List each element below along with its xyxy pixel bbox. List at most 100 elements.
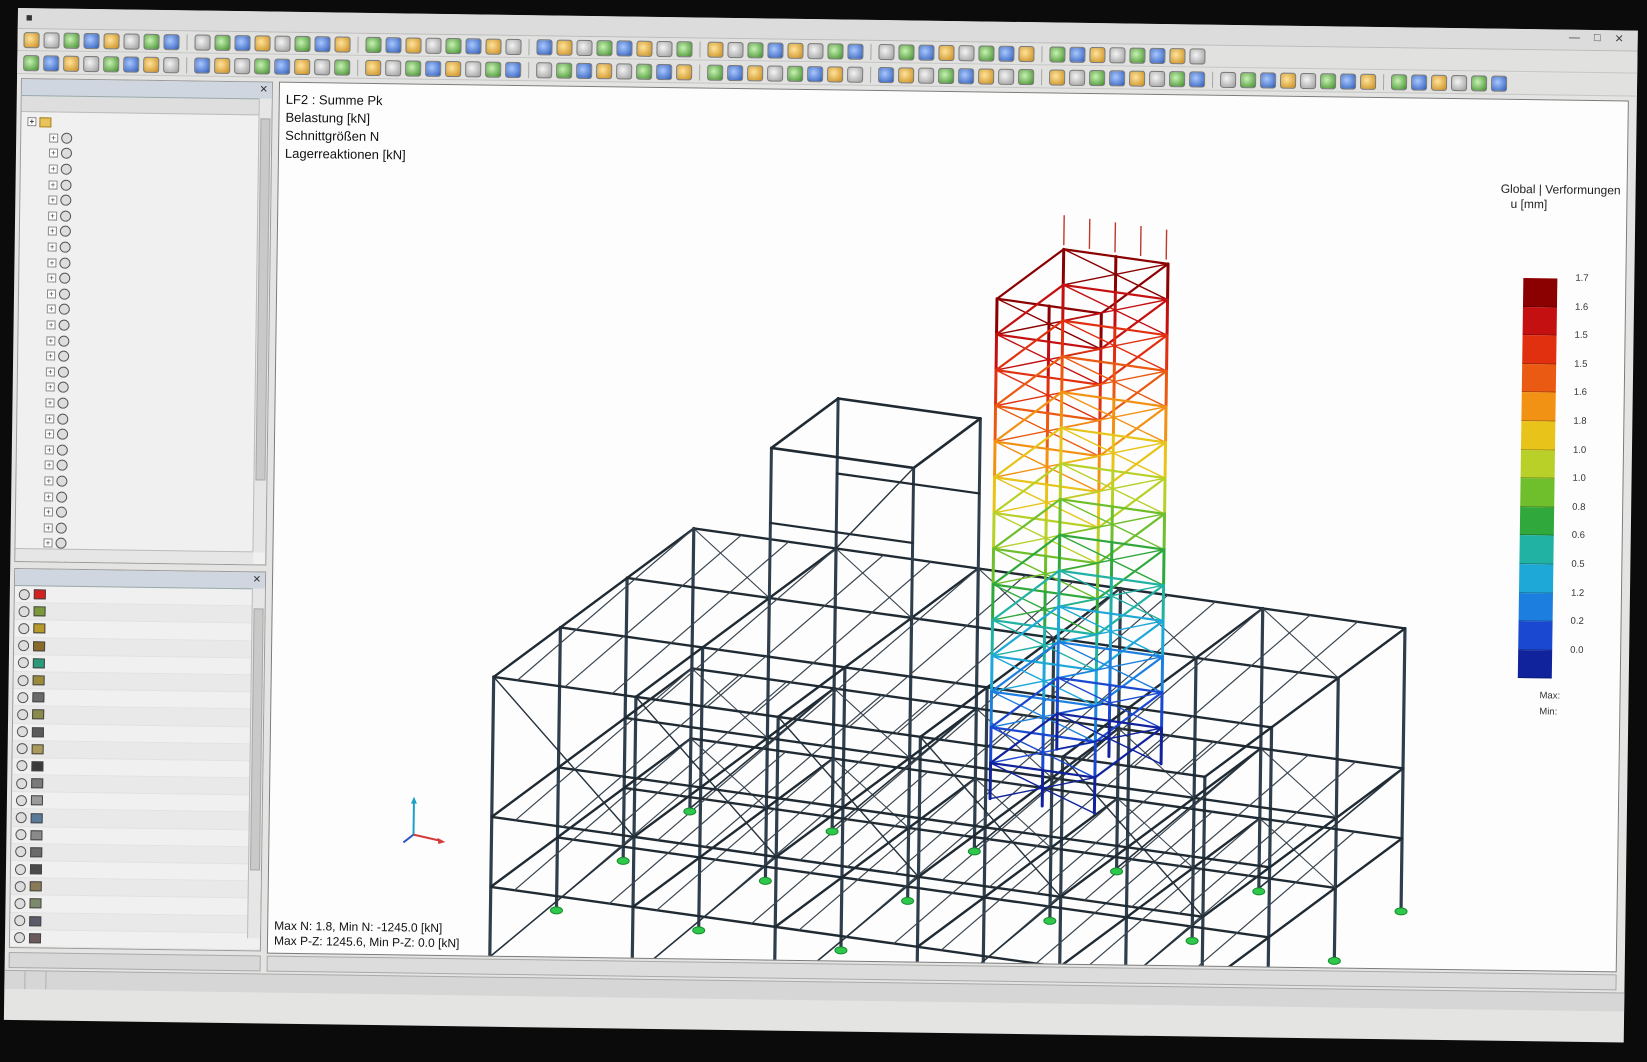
expand-icon[interactable]: +: [46, 320, 56, 330]
toolbar-button-icon[interactable]: [123, 55, 140, 73]
toolbar-button-icon[interactable]: [1430, 74, 1448, 91]
toolbar-button-icon[interactable]: [294, 58, 311, 75]
expand-icon[interactable]: +: [45, 398, 55, 408]
toolbar-button-icon[interactable]: [898, 66, 915, 84]
toolbar-button-icon[interactable]: [1089, 46, 1106, 63]
toolbar-button-icon[interactable]: [485, 61, 502, 78]
toolbar-button-icon[interactable]: [214, 57, 231, 74]
toolbar-button-icon[interactable]: [1410, 73, 1428, 91]
toolbar-button-icon[interactable]: [1189, 70, 1206, 88]
expand-icon[interactable]: +: [48, 180, 58, 190]
toolbar-button-icon[interactable]: [445, 60, 462, 77]
toolbar-button-icon[interactable]: [978, 67, 995, 85]
expand-icon[interactable]: +: [48, 164, 58, 174]
toolbar-button-icon[interactable]: [194, 33, 211, 51]
expand-icon[interactable]: +: [46, 289, 57, 299]
expand-icon[interactable]: +: [44, 429, 55, 439]
toolbar-button-icon[interactable]: [23, 54, 40, 71]
toolbar-button-icon[interactable]: [43, 54, 60, 72]
toolbar-button-icon[interactable]: [1189, 47, 1206, 65]
toolbar-button-icon[interactable]: [807, 42, 824, 59]
expand-icon[interactable]: +: [46, 336, 56, 346]
maximize-icon[interactable]: □: [1594, 32, 1601, 45]
toolbar-button-icon[interactable]: [827, 65, 844, 83]
toolbar-button-icon[interactable]: [847, 66, 864, 83]
toolbar-button-icon[interactable]: [1339, 72, 1357, 90]
expand-icon[interactable]: +: [47, 242, 57, 252]
expand-icon[interactable]: +: [44, 491, 54, 502]
expand-icon[interactable]: +: [47, 226, 57, 237]
navigator-tabs[interactable]: [8, 951, 261, 972]
toolbar-button-icon[interactable]: [1049, 45, 1066, 63]
toolbar-button-icon[interactable]: [1260, 71, 1277, 89]
toolbar-button-icon[interactable]: [1390, 73, 1408, 90]
expand-icon[interactable]: +: [45, 413, 55, 424]
toolbar-button-icon[interactable]: [656, 63, 673, 80]
toolbar-button-icon[interactable]: [656, 40, 673, 57]
toolbar-button-icon[interactable]: [1220, 71, 1237, 88]
toolbar-button-icon[interactable]: [314, 58, 331, 75]
toolbar-button-icon[interactable]: [334, 58, 351, 76]
close-icon[interactable]: ✕: [253, 572, 262, 588]
toolbar-button-icon[interactable]: [274, 58, 291, 75]
toolbar-button-icon[interactable]: [767, 41, 784, 59]
expand-icon[interactable]: +: [43, 538, 53, 548]
expand-icon[interactable]: +: [47, 273, 57, 283]
toolbar-button-icon[interactable]: [596, 39, 613, 56]
toolbar-button-icon[interactable]: [83, 55, 100, 72]
toolbar-button-icon[interactable]: [1149, 70, 1166, 87]
toolbar-button-icon[interactable]: [636, 63, 653, 80]
expand-icon[interactable]: +: [47, 258, 57, 268]
toolbar-button-icon[interactable]: [254, 57, 271, 75]
toolbar-button-icon[interactable]: [385, 36, 402, 53]
toolbar-button-icon[interactable]: [576, 62, 593, 79]
toolbar-button-icon[interactable]: [163, 33, 180, 50]
toolbar-button-icon[interactable]: [465, 37, 482, 54]
toolbar-button-icon[interactable]: [878, 43, 895, 60]
toolbar-button-icon[interactable]: [314, 35, 331, 52]
toolbar-button-icon[interactable]: [123, 32, 140, 50]
toolbar-button-icon[interactable]: [254, 34, 271, 52]
scrollbar-thumb[interactable]: [255, 118, 271, 481]
toolbar-button-icon[interactable]: [1280, 72, 1297, 89]
toolbar-button-icon[interactable]: [1109, 69, 1126, 86]
toolbar-button-icon[interactable]: [676, 40, 693, 57]
toolbar-button-icon[interactable]: [234, 57, 251, 74]
toolbar-button-icon[interactable]: [1359, 73, 1377, 90]
toolbar-button-icon[interactable]: [1049, 68, 1066, 86]
toolbar-button-icon[interactable]: [536, 38, 553, 55]
toolbar-button-icon[interactable]: [23, 31, 40, 48]
expand-icon[interactable]: +: [46, 351, 56, 361]
color-legend[interactable]: 1.7 1.6 1.5 1.5 1.6 1.8 1.0 1.0 0.8 0.6 0.5 1.2 0.2 0…: [1517, 273, 1589, 679]
toolbar-button-icon[interactable]: [485, 38, 502, 55]
toolbar-button-icon[interactable]: [143, 33, 160, 50]
toolbar-button-icon[interactable]: [1089, 69, 1106, 86]
toolbar-button-icon[interactable]: [1018, 45, 1035, 62]
toolbar-button-icon[interactable]: [214, 34, 231, 51]
toolbar-button-icon[interactable]: [958, 44, 975, 61]
toolbar-button-icon[interactable]: [556, 39, 573, 56]
expand-icon[interactable]: +: [45, 367, 55, 377]
toolbar-button-icon[interactable]: [425, 60, 442, 77]
toolbar-button-icon[interactable]: [505, 38, 522, 55]
toolbar-button-icon[interactable]: [616, 62, 633, 80]
expand-icon[interactable]: +: [44, 445, 54, 455]
toolbar-button-icon[interactable]: [143, 56, 160, 73]
expand-icon[interactable]: +: [48, 195, 58, 205]
toolbar-button-icon[interactable]: [63, 55, 80, 72]
toolbar-button-icon[interactable]: [787, 65, 804, 82]
structure-model[interactable]: [268, 83, 1629, 973]
toolbar-button-icon[interactable]: [465, 60, 482, 77]
toolbar-button-icon[interactable]: [1320, 72, 1337, 89]
toolbar-button-icon[interactable]: [103, 32, 120, 49]
toolbar-button-icon[interactable]: [294, 35, 311, 52]
toolbar-button-icon[interactable]: [807, 65, 824, 82]
toolbar-button-icon[interactable]: [1018, 68, 1035, 85]
toolbar-button-icon[interactable]: [556, 62, 573, 79]
expand-icon[interactable]: +: [44, 476, 54, 486]
toolbar-button-icon[interactable]: [83, 32, 100, 49]
section-row[interactable]: [9, 929, 261, 951]
toolbar-button-icon[interactable]: [938, 44, 955, 61]
toolbar-button-icon[interactable]: [1490, 75, 1508, 92]
toolbar-button-icon[interactable]: [707, 64, 724, 81]
